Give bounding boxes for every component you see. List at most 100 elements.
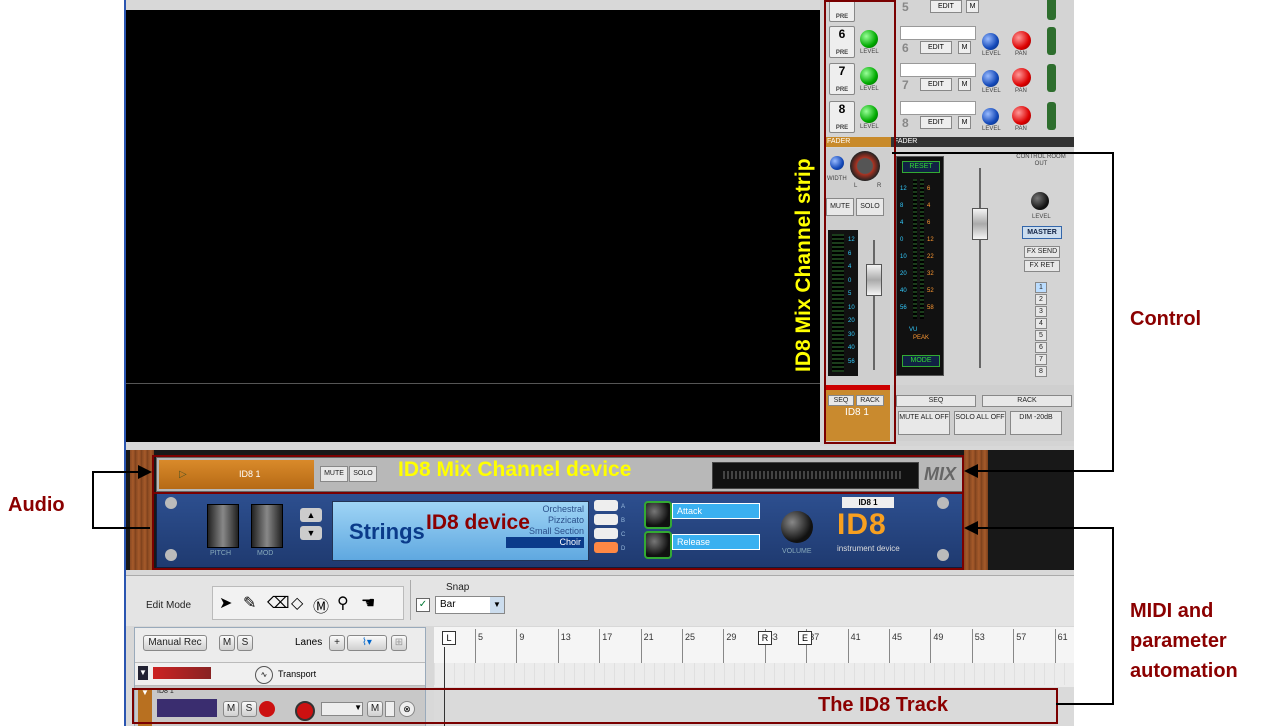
channel-name-field[interactable]	[900, 101, 976, 115]
snap-checkbox[interactable]: ✓	[416, 598, 430, 612]
ruler-tick-line	[475, 629, 476, 663]
pan-knob[interactable]	[1012, 68, 1031, 87]
solo-all-button[interactable]: S	[237, 635, 253, 651]
magnify-tool-icon[interactable]: ⚲	[337, 593, 349, 613]
fx-slot-button[interactable]: 3	[1035, 306, 1047, 317]
fx-number-column: 1 2 3 4 5 6 7 8	[1035, 282, 1047, 378]
delete-lane-button[interactable]: ⊞	[391, 635, 407, 651]
channel-name-field[interactable]	[900, 26, 976, 40]
control-line-top	[892, 152, 1114, 154]
edit-button[interactable]: EDIT	[920, 41, 952, 54]
mute-button[interactable]: M	[958, 116, 971, 129]
pan-label: PAN	[1015, 88, 1027, 94]
chevron-down-icon[interactable]: ▼	[490, 597, 504, 613]
fx-send-button[interactable]: FX SEND	[1024, 246, 1060, 258]
reason-app-window: 5 PRE 5 EDIT M 6 PRE LEVEL 6 EDIT M LEVE…	[124, 0, 1074, 726]
ruler-tick-line	[516, 629, 518, 663]
master-fader[interactable]	[972, 208, 988, 240]
pan-knob[interactable]	[1012, 106, 1031, 125]
solo-all-off-button[interactable]: SOLO ALL OFF	[954, 411, 1006, 435]
divider-line	[126, 383, 820, 384]
automation-lane-button[interactable]: ⌇▾	[347, 635, 387, 651]
ruler-tick-label: 57	[1016, 632, 1027, 642]
control-room-level-knob[interactable]	[1031, 192, 1049, 210]
hand-tool-icon[interactable]: ☚	[361, 593, 375, 613]
mute-button[interactable]: M	[958, 78, 971, 91]
fx-slot-button[interactable]: 1	[1035, 282, 1047, 293]
sequencer-toolbar: Edit Mode ➤ ✎ ⌫ ◇ Ⓜ ⚲ ☚ Snap ✓ Bar ▼	[126, 575, 1074, 626]
strip-annotation-label: ID8 Mix Channel strip	[792, 158, 815, 372]
automation-icon: ∿	[255, 666, 273, 684]
fx-slot-button[interactable]: 2	[1035, 294, 1047, 305]
audio-arrow-icon	[138, 465, 152, 479]
master-button[interactable]: MASTER	[1022, 226, 1062, 239]
control-annotation-label: Control	[1130, 308, 1202, 330]
pencil-tool-icon[interactable]: ✎	[243, 593, 256, 613]
lanes-label: Lanes	[295, 637, 323, 648]
mute-tool-icon[interactable]: Ⓜ	[313, 593, 329, 617]
reset-button[interactable]: RESET	[902, 161, 940, 173]
sequencer-view	[126, 10, 820, 442]
ruler-tick-line	[971, 629, 973, 663]
ruler[interactable]: 5 9 13 17 21 25 29 33 37 41 45 49 53 57 61 L R E	[434, 627, 1074, 664]
dim-button[interactable]: DIM -20dB	[1010, 411, 1062, 435]
mute-all-off-button[interactable]: MUTE ALL OFF	[898, 411, 950, 435]
snap-select[interactable]: Bar ▼	[435, 596, 505, 614]
ruler-tick-line	[889, 629, 890, 663]
mute-button[interactable]: M	[958, 41, 971, 54]
mode-button[interactable]: MODE	[902, 355, 940, 367]
midi-line-bottom	[1056, 703, 1114, 705]
fx-slot-button[interactable]: 8	[1035, 366, 1047, 377]
ruler-tick-line	[557, 629, 559, 663]
fx-slot-button[interactable]: 5	[1035, 330, 1047, 341]
arrow-tool-icon[interactable]: ➤	[219, 593, 232, 613]
fx-slot-button[interactable]: 4	[1035, 318, 1047, 329]
transport-track-row[interactable]: ▼ ∿ Transport	[135, 662, 425, 686]
edit-button[interactable]: EDIT	[920, 116, 952, 129]
ruler-tick-line	[723, 629, 725, 663]
strip-highlight-box	[824, 0, 896, 444]
mute-button[interactable]: M	[966, 0, 979, 13]
transport-device-icon	[153, 667, 211, 679]
master-seq-button[interactable]: SEQ	[896, 395, 976, 407]
fx-ret-button[interactable]: FX RET	[1024, 260, 1060, 272]
channel-name-field[interactable]	[900, 63, 976, 77]
end-marker[interactable]: E	[798, 631, 812, 645]
razor-tool-icon[interactable]: ◇	[291, 593, 303, 613]
master-meter: RESET 12 8 4 0 10 20 40 56 6 4 6 12 22 32 52 58 VU PEA…	[896, 156, 944, 376]
id8-device-highlight-box	[152, 492, 964, 570]
aux-knob[interactable]	[982, 33, 999, 50]
edit-button[interactable]: EDIT	[930, 0, 962, 13]
pan-knob[interactable]	[1012, 31, 1031, 50]
midi-line-top	[978, 527, 1114, 529]
ruler-tick-label: 13	[560, 632, 571, 642]
channel-led-indicator	[1047, 0, 1056, 20]
mute-all-button[interactable]: M	[219, 635, 235, 651]
aux-knob[interactable]	[982, 70, 999, 87]
aux-knob[interactable]	[982, 108, 999, 125]
right-locator-marker[interactable]: R	[758, 631, 772, 645]
peak-label: PEAK	[913, 335, 930, 341]
master-rack-button[interactable]: RACK	[982, 395, 1072, 407]
fx-slot-button[interactable]: 6	[1035, 342, 1047, 353]
ruler-tick-line	[847, 629, 849, 663]
ruler-tick-label: 29	[726, 632, 737, 642]
left-locator-marker[interactable]: L	[442, 631, 456, 645]
edit-button[interactable]: EDIT	[920, 78, 952, 91]
ruler-tick-label: 17	[602, 632, 613, 642]
track-annotation-label: The ID8 Track	[818, 694, 949, 716]
add-lane-button[interactable]: +	[329, 635, 345, 651]
ruler-tick-label: 9	[519, 632, 525, 642]
eraser-tool-icon[interactable]: ⌫	[267, 593, 290, 613]
channel-number-label: 8	[902, 116, 909, 130]
transport-lane[interactable]	[434, 663, 1074, 685]
vu-label: VU	[909, 327, 918, 333]
fold-icon[interactable]: ▼	[138, 666, 148, 680]
edit-mode-label: Edit Mode	[146, 600, 192, 611]
manual-rec-button[interactable]: Manual Rec	[143, 635, 207, 651]
master-fader-track	[979, 168, 981, 368]
edit-tools: ➤ ✎ ⌫ ◇ Ⓜ ⚲ ☚	[212, 586, 404, 620]
audio-line-top	[92, 471, 142, 473]
ruler-tick-line	[682, 629, 683, 663]
fx-slot-button[interactable]: 7	[1035, 354, 1047, 365]
